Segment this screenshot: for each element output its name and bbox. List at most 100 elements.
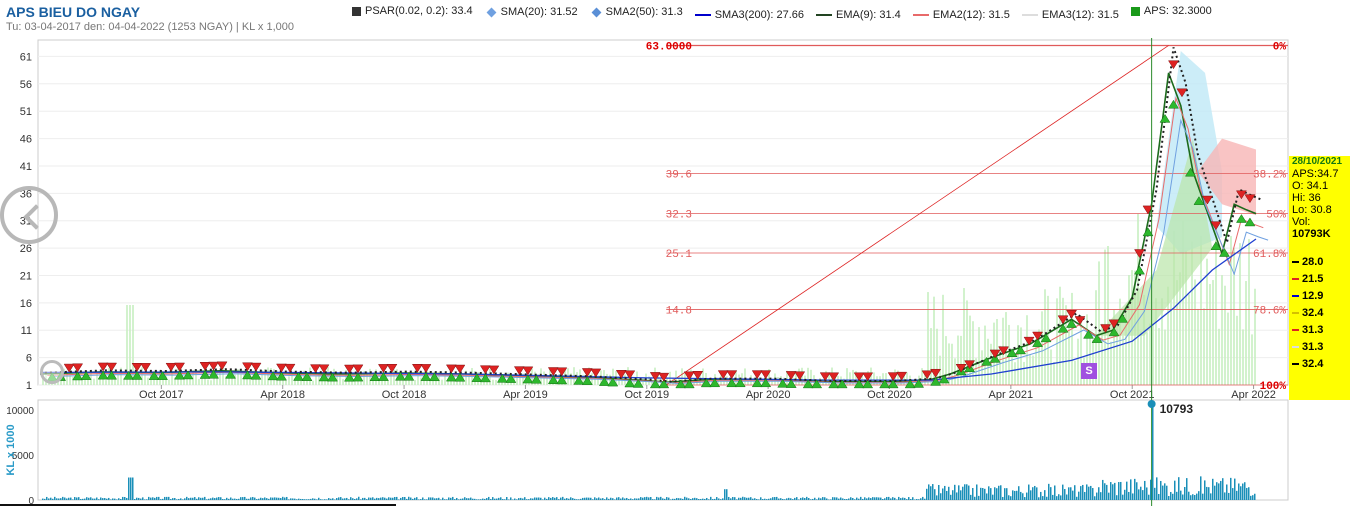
volume-bar bbox=[894, 497, 896, 500]
bg-volume-bar bbox=[1194, 279, 1196, 385]
legend-item[interactable]: EMA3(12): 31.5 bbox=[1021, 9, 1119, 21]
volume-bar bbox=[850, 497, 852, 500]
volume-bar bbox=[702, 498, 704, 500]
legend-item[interactable]: EMA(9): 31.4 bbox=[816, 9, 901, 21]
volume-bar bbox=[624, 498, 626, 500]
volume-bar bbox=[942, 488, 944, 500]
volume-bar bbox=[298, 498, 300, 500]
bg-volume-bar bbox=[147, 377, 149, 385]
volume-bar bbox=[282, 496, 284, 500]
volume-bar bbox=[154, 497, 156, 500]
volume-bar bbox=[478, 499, 480, 500]
legend-item[interactable]: SMA3(200): 27.66 bbox=[694, 9, 804, 21]
small-nav-circle-icon[interactable] bbox=[40, 360, 64, 384]
volume-bar bbox=[466, 498, 468, 500]
bg-volume-bar bbox=[210, 380, 212, 385]
bg-volume-bar bbox=[942, 294, 944, 385]
volume-bar bbox=[810, 499, 812, 500]
volume-bar bbox=[926, 488, 928, 500]
bg-volume-bar bbox=[444, 375, 446, 385]
bg-volume-bar bbox=[435, 380, 437, 385]
volume-bar bbox=[1000, 485, 1002, 500]
legend-item[interactable]: APS: 32.3000 bbox=[1130, 5, 1212, 17]
volume-bar bbox=[1186, 478, 1188, 500]
info-value: 31.3 bbox=[1289, 339, 1350, 356]
legend-item[interactable]: SMA(20): 31.52 bbox=[485, 6, 578, 18]
legend-item[interactable]: PSAR(0.02, 0.2): 33.4 bbox=[352, 5, 473, 17]
buy-marker bbox=[1159, 113, 1171, 123]
legend-item[interactable]: SMA2(50): 31.3 bbox=[590, 6, 683, 18]
bg-volume-bar bbox=[1251, 334, 1253, 385]
volume-bar bbox=[70, 497, 72, 500]
volume-bar bbox=[714, 498, 716, 500]
volume-bar bbox=[112, 498, 114, 500]
bg-volume-bar bbox=[267, 367, 269, 385]
volume-bar bbox=[1068, 487, 1070, 500]
volume-bar bbox=[496, 498, 498, 500]
info-line: O: 34.1 bbox=[1292, 180, 1329, 192]
volume-bar bbox=[1102, 479, 1104, 500]
legend-label: PSAR(0.02, 0.2): 33.4 bbox=[365, 5, 473, 17]
volume-bar bbox=[244, 496, 246, 500]
volume-bar bbox=[76, 497, 78, 500]
volume-bar bbox=[852, 497, 854, 500]
legend-item[interactable]: EMA2(12): 31.5 bbox=[912, 9, 1010, 21]
bg-volume-bar bbox=[1245, 281, 1247, 385]
volume-bar bbox=[884, 498, 886, 500]
volume-bar bbox=[994, 487, 996, 500]
volume-bar bbox=[738, 497, 740, 500]
volume-bar bbox=[1114, 482, 1116, 500]
volume-bar bbox=[1076, 496, 1078, 500]
volume-bar bbox=[1246, 487, 1248, 500]
volume-bar bbox=[328, 498, 330, 500]
bg-volume-bar bbox=[1218, 328, 1220, 385]
volume-bar bbox=[918, 499, 920, 500]
volume-bar bbox=[508, 499, 510, 500]
volume-bar bbox=[1036, 487, 1038, 500]
volume-bar bbox=[1014, 490, 1016, 500]
volume-bar bbox=[700, 498, 702, 500]
bg-volume-bar bbox=[1164, 329, 1166, 385]
volume-bar bbox=[266, 498, 268, 500]
volume-bar bbox=[502, 499, 504, 500]
volume-bar bbox=[934, 489, 936, 500]
volume-bar bbox=[504, 499, 506, 500]
info-value-text: 31.3 bbox=[1302, 341, 1324, 353]
volume-bar bbox=[458, 499, 460, 500]
volume-bar bbox=[1192, 494, 1194, 500]
volume-bar bbox=[486, 498, 488, 500]
volume-bar bbox=[576, 499, 578, 500]
y-tick-label: 46 bbox=[20, 134, 32, 146]
volume-bar bbox=[902, 497, 904, 500]
volume-bar bbox=[102, 498, 104, 500]
info-value: 28.0 bbox=[1289, 254, 1350, 271]
volume-bar bbox=[596, 498, 598, 500]
y-tick-label: 56 bbox=[20, 79, 32, 91]
volume-bar bbox=[324, 499, 326, 500]
bg-volume-bar bbox=[1197, 308, 1199, 385]
volume-bar bbox=[540, 497, 542, 500]
legend-label: SMA(20): 31.52 bbox=[500, 6, 578, 18]
volume-bar bbox=[1224, 492, 1226, 500]
volume-bar bbox=[1054, 485, 1056, 500]
volume-bar bbox=[640, 497, 642, 500]
prev-period-arrow-icon[interactable] bbox=[0, 186, 58, 244]
volume-bar bbox=[766, 499, 768, 500]
volume-bar bbox=[908, 497, 910, 500]
volume-bar bbox=[472, 498, 474, 500]
bg-volume-bar bbox=[144, 374, 146, 385]
volume-bar bbox=[450, 497, 452, 500]
volume-bar bbox=[446, 499, 448, 500]
volume-bar bbox=[538, 497, 540, 500]
volume-bar bbox=[170, 499, 172, 500]
volume-bar bbox=[1026, 492, 1028, 500]
volume-bar bbox=[832, 497, 834, 500]
bg-volume-bar bbox=[1236, 315, 1238, 385]
bg-volume-bar bbox=[288, 376, 290, 385]
volume-bar bbox=[780, 498, 782, 500]
bg-volume-bar bbox=[414, 379, 416, 385]
volume-bar bbox=[254, 497, 256, 500]
volume-bar bbox=[1206, 486, 1208, 500]
volume-bar bbox=[854, 499, 856, 500]
volume-bar bbox=[216, 497, 218, 500]
